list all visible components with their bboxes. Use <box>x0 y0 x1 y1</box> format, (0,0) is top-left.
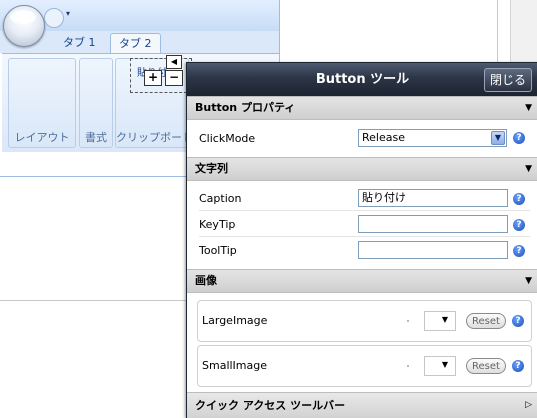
section-strings[interactable]: 文字列 ▼ <box>187 157 537 181</box>
clickmode-label: ClickMode <box>199 132 256 145</box>
expand-icon[interactable]: ▷ <box>525 393 532 418</box>
remove-item-button[interactable]: − <box>165 70 183 86</box>
close-button[interactable]: 閉じる <box>483 68 532 92</box>
chevron-down-icon: ▼ <box>441 360 448 369</box>
section-images[interactable]: 画像 ▼ <box>187 269 537 293</box>
ribbon-group-layout[interactable]: レイアウト <box>8 58 76 148</box>
tooltip-input[interactable] <box>358 241 508 259</box>
caption-label: Caption <box>199 192 242 205</box>
help-icon[interactable]: ? <box>512 360 524 372</box>
largeimage-row: LargeImage ▼ Reset ? <box>197 300 532 342</box>
panel-header: Button ツール 閉じる <box>187 63 537 96</box>
clickmode-select[interactable]: Release ▼ <box>358 129 507 147</box>
section-button-properties[interactable]: Button プロパティ ▼ <box>187 96 537 120</box>
largeimage-dropdown[interactable]: ▼ <box>424 311 456 331</box>
help-icon[interactable]: ? <box>513 132 525 144</box>
add-item-button[interactable]: + <box>144 70 162 86</box>
ribbon-group-format-label: 書式 <box>85 131 107 144</box>
help-icon[interactable]: ? <box>513 219 525 231</box>
collapse-icon[interactable]: ▼ <box>525 270 532 292</box>
collapse-icon[interactable]: ▼ <box>525 158 532 180</box>
largeimage-reset-button[interactable]: Reset <box>466 313 506 329</box>
button-tool-panel: Button ツール 閉じる Button プロパティ ▼ ClickMode … <box>186 62 537 418</box>
clickmode-value: Release <box>362 131 405 144</box>
qat-customize-dropdown-icon[interactable]: ▾ <box>66 9 70 18</box>
smallimage-dropdown[interactable]: ▼ <box>424 356 456 376</box>
tab-1[interactable]: タブ 1 <box>55 33 104 53</box>
image-placeholder-dot <box>407 320 409 322</box>
row-caption: Caption 貼り付け ? <box>187 186 537 211</box>
ribbon-group-clipboard-label: クリップボード <box>116 131 188 144</box>
largeimage-label: LargeImage <box>202 314 268 327</box>
section-quick-access-toolbar[interactable]: クイック アクセス ツールバー ▷ <box>187 392 537 418</box>
row-divider <box>199 210 530 211</box>
smallimage-label: SmallImage <box>202 359 268 372</box>
keytip-input[interactable] <box>358 215 508 233</box>
section-button-properties-label: Button プロパティ <box>195 101 296 114</box>
section-qat-label: クイック アクセス ツールバー <box>195 399 346 412</box>
row-keytip: KeyTip ? <box>187 212 537 237</box>
collapse-icon[interactable]: ▼ <box>525 97 532 119</box>
keytip-label: KeyTip <box>199 218 236 231</box>
tab-2[interactable]: タブ 2 <box>110 33 161 54</box>
help-icon[interactable]: ? <box>513 193 525 205</box>
caption-input[interactable]: 貼り付け <box>358 189 508 207</box>
tooltip-label: ToolTip <box>199 244 237 257</box>
row-clickmode: ClickMode Release ▼ ? <box>187 126 537 151</box>
chevron-down-icon[interactable]: ▼ <box>491 131 505 145</box>
section-strings-label: 文字列 <box>195 162 228 175</box>
smallimage-reset-button[interactable]: Reset <box>466 358 506 374</box>
image-placeholder-dot <box>407 365 409 367</box>
row-divider <box>199 236 530 237</box>
ribbon-group-format[interactable]: 書式 <box>79 58 113 148</box>
move-left-icon[interactable]: ◀ <box>166 55 182 69</box>
row-tooltip: ToolTip ? <box>187 238 537 263</box>
smallimage-row: SmallImage ▼ Reset ? <box>197 345 532 387</box>
help-icon[interactable]: ? <box>512 315 524 327</box>
chevron-down-icon: ▼ <box>441 315 448 324</box>
ribbon-group-layout-label: レイアウト <box>14 131 70 144</box>
help-icon[interactable]: ? <box>513 245 525 257</box>
application-menu-button[interactable] <box>3 5 45 47</box>
section-images-label: 画像 <box>195 274 217 287</box>
qat-button[interactable] <box>44 8 64 28</box>
